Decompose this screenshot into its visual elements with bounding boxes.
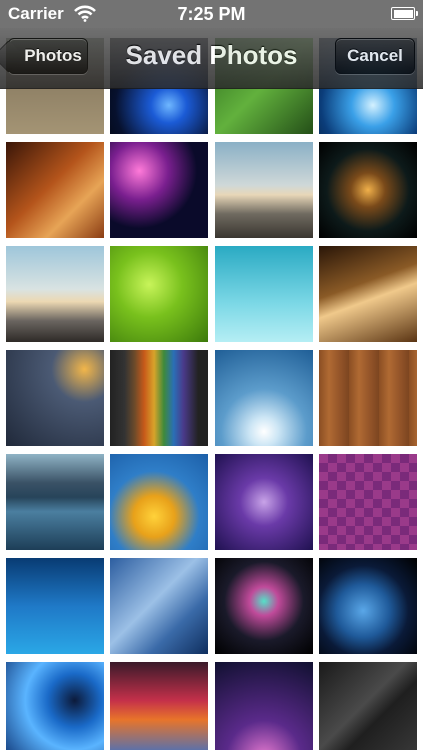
back-arrow-icon xyxy=(0,40,25,73)
battery-icon xyxy=(391,7,418,20)
photo-thumbnail-road-sky[interactable] xyxy=(6,246,104,342)
photo-thumbnail-colorful-bokeh[interactable] xyxy=(215,558,313,654)
clock-label: 7:25 PM xyxy=(177,4,246,24)
photo-thumbnail-cloudy-sky-sun[interactable] xyxy=(215,350,313,446)
photo-thumbnail-green-water-drops[interactable] xyxy=(110,246,208,342)
photo-thumbnail-purple-pixels[interactable] xyxy=(319,454,417,550)
navigation-bar: Photos Saved Photos Cancel xyxy=(0,28,423,89)
photo-thumbnail-pink-cyan-bokeh[interactable] xyxy=(110,142,208,238)
photo-thumbnail-rain-window[interactable] xyxy=(6,350,104,446)
photo-thumbnail-blue-swirl[interactable] xyxy=(6,662,104,750)
back-button[interactable]: Photos xyxy=(0,38,88,74)
status-bar: Carrier 7:25 PM xyxy=(0,0,423,28)
cancel-button[interactable]: Cancel xyxy=(335,38,415,74)
photo-thumbnail-dark-cubes[interactable] xyxy=(319,662,417,750)
back-button-label: Photos xyxy=(24,46,82,65)
photo-thumbnail-wood-planks[interactable] xyxy=(319,350,417,446)
photo-thumbnail-milky-way[interactable] xyxy=(110,558,208,654)
photo-thumbnail-dotted-lights[interactable] xyxy=(215,662,313,750)
photo-picker-screen: Carrier 7:25 PM Photos Saved Photos Canc… xyxy=(0,0,423,750)
photo-thumbnail-road-horizon[interactable] xyxy=(215,142,313,238)
photo-thumbnail-purple-blur[interactable] xyxy=(215,454,313,550)
photo-thumbnail-brown-light-rays[interactable] xyxy=(319,246,417,342)
photo-thumbnail-teal-gradient[interactable] xyxy=(215,246,313,342)
photo-grid xyxy=(0,0,423,750)
photo-thumbnail-rainbow-stripes[interactable] xyxy=(110,350,208,446)
photo-thumbnail-lake-mountains[interactable] xyxy=(6,454,104,550)
photo-thumbnail-yellow-flower[interactable] xyxy=(110,454,208,550)
photo-thumbnail-dark-bokeh[interactable] xyxy=(319,142,417,238)
photo-thumbnail-blue-curve[interactable] xyxy=(6,558,104,654)
photo-thumbnail-orange-swirls[interactable] xyxy=(6,142,104,238)
photo-thumbnail-earth-from-space[interactable] xyxy=(319,558,417,654)
photo-thumbnail-red-glow[interactable] xyxy=(110,662,208,750)
